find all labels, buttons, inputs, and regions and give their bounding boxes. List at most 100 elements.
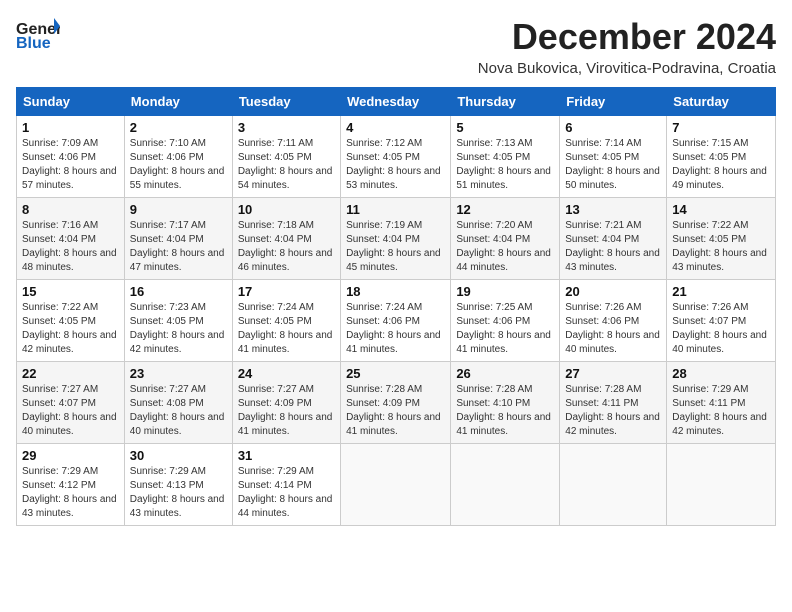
day-number: 27 (565, 366, 661, 381)
day-number: 13 (565, 202, 661, 217)
day-info: Sunrise: 7:25 AM Sunset: 4:06 PM Dayligh… (456, 301, 554, 357)
day-number: 31 (238, 448, 335, 463)
calendar-header-row: Sunday Monday Tuesday Wednesday Thursday… (17, 88, 776, 116)
day-info: Sunrise: 7:28 AM Sunset: 4:09 PM Dayligh… (346, 383, 445, 439)
day-info: Sunrise: 7:14 AM Sunset: 4:05 PM Dayligh… (565, 137, 661, 193)
table-row: 13 Sunrise: 7:21 AM Sunset: 4:04 PM Dayl… (560, 198, 667, 280)
day-info: Sunrise: 7:26 AM Sunset: 4:06 PM Dayligh… (565, 301, 661, 357)
col-thursday: Thursday (451, 88, 560, 116)
day-number: 25 (346, 366, 445, 381)
day-info: Sunrise: 7:12 AM Sunset: 4:05 PM Dayligh… (346, 137, 445, 193)
table-row: 17 Sunrise: 7:24 AM Sunset: 4:05 PM Dayl… (232, 280, 340, 362)
calendar-week-row: 22 Sunrise: 7:27 AM Sunset: 4:07 PM Dayl… (17, 362, 776, 444)
calendar-table: Sunday Monday Tuesday Wednesday Thursday… (16, 87, 776, 526)
day-number: 28 (672, 366, 770, 381)
day-number: 12 (456, 202, 554, 217)
table-row: 11 Sunrise: 7:19 AM Sunset: 4:04 PM Dayl… (341, 198, 451, 280)
day-number: 29 (22, 448, 119, 463)
table-row: 24 Sunrise: 7:27 AM Sunset: 4:09 PM Dayl… (232, 362, 340, 444)
day-info: Sunrise: 7:24 AM Sunset: 4:05 PM Dayligh… (238, 301, 335, 357)
table-row: 25 Sunrise: 7:28 AM Sunset: 4:09 PM Dayl… (341, 362, 451, 444)
day-number: 8 (22, 202, 119, 217)
table-row: 12 Sunrise: 7:20 AM Sunset: 4:04 PM Dayl… (451, 198, 560, 280)
day-number: 3 (238, 120, 335, 135)
day-number: 6 (565, 120, 661, 135)
col-monday: Monday (124, 88, 232, 116)
table-row (451, 444, 560, 526)
logo-icon: General Blue (16, 16, 60, 52)
table-row: 27 Sunrise: 7:28 AM Sunset: 4:11 PM Dayl… (560, 362, 667, 444)
day-info: Sunrise: 7:27 AM Sunset: 4:08 PM Dayligh… (130, 383, 227, 439)
table-row: 19 Sunrise: 7:25 AM Sunset: 4:06 PM Dayl… (451, 280, 560, 362)
header: General Blue December 2024 Nova Bukovica… (16, 16, 776, 77)
day-info: Sunrise: 7:16 AM Sunset: 4:04 PM Dayligh… (22, 219, 119, 275)
day-info: Sunrise: 7:24 AM Sunset: 4:06 PM Dayligh… (346, 301, 445, 357)
day-number: 11 (346, 202, 445, 217)
calendar-week-row: 29 Sunrise: 7:29 AM Sunset: 4:12 PM Dayl… (17, 444, 776, 526)
table-row: 6 Sunrise: 7:14 AM Sunset: 4:05 PM Dayli… (560, 116, 667, 198)
day-number: 9 (130, 202, 227, 217)
day-info: Sunrise: 7:17 AM Sunset: 4:04 PM Dayligh… (130, 219, 227, 275)
col-saturday: Saturday (667, 88, 776, 116)
title-area: December 2024 Nova Bukovica, Virovitica-… (478, 16, 776, 77)
table-row: 20 Sunrise: 7:26 AM Sunset: 4:06 PM Dayl… (560, 280, 667, 362)
day-info: Sunrise: 7:20 AM Sunset: 4:04 PM Dayligh… (456, 219, 554, 275)
day-info: Sunrise: 7:26 AM Sunset: 4:07 PM Dayligh… (672, 301, 770, 357)
calendar-week-row: 15 Sunrise: 7:22 AM Sunset: 4:05 PM Dayl… (17, 280, 776, 362)
day-number: 7 (672, 120, 770, 135)
month-title: December 2024 (478, 16, 776, 58)
day-number: 16 (130, 284, 227, 299)
logo: General Blue (16, 16, 60, 52)
day-number: 23 (130, 366, 227, 381)
day-number: 20 (565, 284, 661, 299)
day-info: Sunrise: 7:29 AM Sunset: 4:13 PM Dayligh… (130, 465, 227, 521)
table-row: 4 Sunrise: 7:12 AM Sunset: 4:05 PM Dayli… (341, 116, 451, 198)
day-number: 1 (22, 120, 119, 135)
col-friday: Friday (560, 88, 667, 116)
day-number: 26 (456, 366, 554, 381)
table-row: 14 Sunrise: 7:22 AM Sunset: 4:05 PM Dayl… (667, 198, 776, 280)
day-number: 10 (238, 202, 335, 217)
col-wednesday: Wednesday (341, 88, 451, 116)
day-info: Sunrise: 7:27 AM Sunset: 4:09 PM Dayligh… (238, 383, 335, 439)
table-row: 8 Sunrise: 7:16 AM Sunset: 4:04 PM Dayli… (17, 198, 125, 280)
table-row: 16 Sunrise: 7:23 AM Sunset: 4:05 PM Dayl… (124, 280, 232, 362)
day-info: Sunrise: 7:22 AM Sunset: 4:05 PM Dayligh… (672, 219, 770, 275)
table-row: 15 Sunrise: 7:22 AM Sunset: 4:05 PM Dayl… (17, 280, 125, 362)
day-info: Sunrise: 7:23 AM Sunset: 4:05 PM Dayligh… (130, 301, 227, 357)
day-number: 22 (22, 366, 119, 381)
table-row: 22 Sunrise: 7:27 AM Sunset: 4:07 PM Dayl… (17, 362, 125, 444)
day-number: 18 (346, 284, 445, 299)
day-number: 24 (238, 366, 335, 381)
table-row: 5 Sunrise: 7:13 AM Sunset: 4:05 PM Dayli… (451, 116, 560, 198)
table-row (667, 444, 776, 526)
table-row: 9 Sunrise: 7:17 AM Sunset: 4:04 PM Dayli… (124, 198, 232, 280)
table-row: 2 Sunrise: 7:10 AM Sunset: 4:06 PM Dayli… (124, 116, 232, 198)
day-number: 2 (130, 120, 227, 135)
table-row: 7 Sunrise: 7:15 AM Sunset: 4:05 PM Dayli… (667, 116, 776, 198)
table-row: 31 Sunrise: 7:29 AM Sunset: 4:14 PM Dayl… (232, 444, 340, 526)
day-number: 21 (672, 284, 770, 299)
day-info: Sunrise: 7:29 AM Sunset: 4:14 PM Dayligh… (238, 465, 335, 521)
calendar-week-row: 8 Sunrise: 7:16 AM Sunset: 4:04 PM Dayli… (17, 198, 776, 280)
day-number: 15 (22, 284, 119, 299)
table-row: 26 Sunrise: 7:28 AM Sunset: 4:10 PM Dayl… (451, 362, 560, 444)
day-info: Sunrise: 7:11 AM Sunset: 4:05 PM Dayligh… (238, 137, 335, 193)
col-tuesday: Tuesday (232, 88, 340, 116)
table-row: 1 Sunrise: 7:09 AM Sunset: 4:06 PM Dayli… (17, 116, 125, 198)
table-row: 29 Sunrise: 7:29 AM Sunset: 4:12 PM Dayl… (17, 444, 125, 526)
day-number: 19 (456, 284, 554, 299)
day-info: Sunrise: 7:21 AM Sunset: 4:04 PM Dayligh… (565, 219, 661, 275)
table-row (560, 444, 667, 526)
day-info: Sunrise: 7:18 AM Sunset: 4:04 PM Dayligh… (238, 219, 335, 275)
day-number: 17 (238, 284, 335, 299)
day-info: Sunrise: 7:28 AM Sunset: 4:11 PM Dayligh… (565, 383, 661, 439)
day-info: Sunrise: 7:27 AM Sunset: 4:07 PM Dayligh… (22, 383, 119, 439)
day-info: Sunrise: 7:13 AM Sunset: 4:05 PM Dayligh… (456, 137, 554, 193)
table-row: 3 Sunrise: 7:11 AM Sunset: 4:05 PM Dayli… (232, 116, 340, 198)
day-number: 30 (130, 448, 227, 463)
day-info: Sunrise: 7:15 AM Sunset: 4:05 PM Dayligh… (672, 137, 770, 193)
col-sunday: Sunday (17, 88, 125, 116)
table-row: 30 Sunrise: 7:29 AM Sunset: 4:13 PM Dayl… (124, 444, 232, 526)
day-number: 4 (346, 120, 445, 135)
